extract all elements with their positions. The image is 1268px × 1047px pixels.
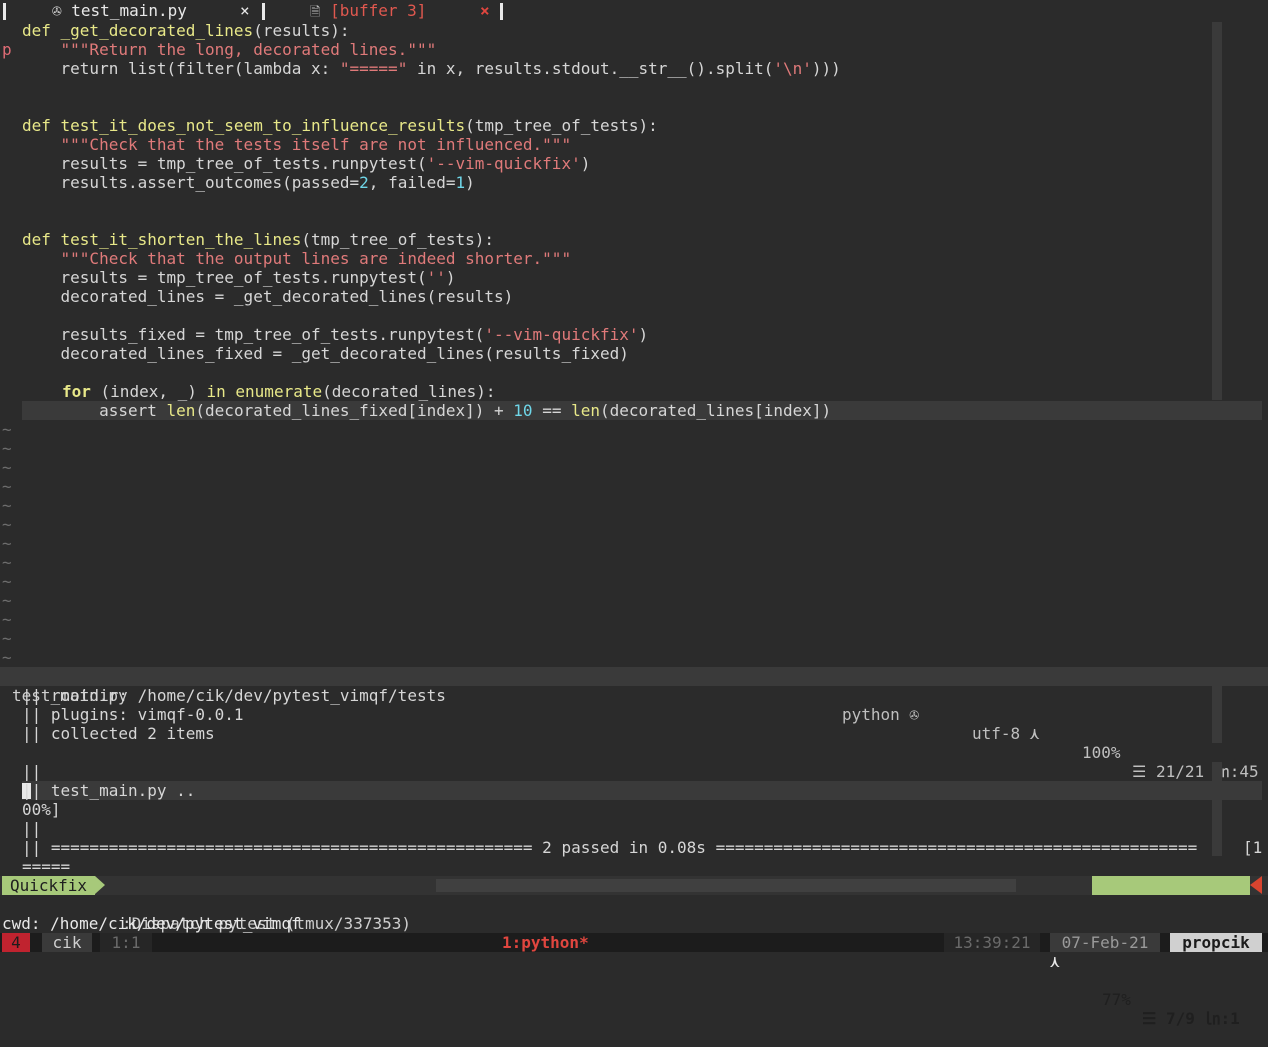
mode-indicator: Quickfix [2,876,106,895]
tmux-window[interactable]: 1:python* [502,933,589,952]
quickfix-line[interactable]: || collected 2 items [0,724,1268,743]
code-line: results = tmp_tree_of_tests.runpytest(''… [22,268,456,287]
command-line[interactable]: cwd: /home/cik/dev/pytest_vimqf [0,895,1268,933]
quickfix-line[interactable]: || [0,819,1268,838]
empty-line-tilde: ~ [2,572,12,591]
code-line: def test_it_shorten_the_lines(tmp_tree_o… [22,230,495,249]
empty-line-tilde: ~ [2,458,12,477]
statusline-filler [436,879,1016,892]
quickfix-line[interactable]: 00%] [0,800,1268,819]
gutter-marker: p [2,40,12,59]
code-line: decorated_lines = _get_decorated_lines(r… [22,287,514,306]
warning-marker [1250,876,1262,894]
tmux-user: cik [42,933,92,952]
tab-separator [3,3,6,20]
empty-line-tilde: ~ [2,420,12,439]
code-line: results.assert_outcomes(passed=2, failed… [22,173,475,192]
code-line: """Check that the tests itself are not i… [22,135,572,154]
tmux-statusbar: 4 cik 1:1 1:python* 13:39:21 07-Feb-21 p… [0,933,1268,952]
tab-label: [buffer 3] [330,1,427,20]
tabline: ✇ test_main.py × 🗎 [buffer 3] × [0,0,1268,22]
document-icon: 🗎 [310,5,321,20]
tmux-host: propcik [1170,933,1262,952]
tmux-time: 13:39:21 [944,933,1040,952]
empty-line-tilde: ~ [2,534,12,553]
empty-line-tilde: ~ [2,496,12,515]
tab-label: test_main.py [71,1,187,20]
code-line: def _get_decorated_lines(results): [22,21,350,40]
quickfix-statusline: Quickfix :Dispatch pytest (tmux/337353) … [0,876,1268,1028]
code-line: for (index, _) in enumerate(decorated_li… [62,382,496,401]
code-line: p """Return the long, decorated lines.""… [2,40,437,59]
code-line: return list(filter(lambda x: "=====" in … [22,59,841,78]
tab-buffer-3[interactable]: 🗎 [buffer 3] [310,0,426,22]
quickfix-line[interactable]: ===== [0,857,1268,876]
quickfix-current-line[interactable]: || test_main.py .. [1 [22,781,1262,857]
quickfix-line[interactable]: || rootdir: /home/cik/dev/pytest_vimqf/t… [0,686,1268,705]
code-line: def test_it_does_not_seem_to_influence_r… [22,116,658,135]
tab-separator [500,3,503,20]
code-line: results_fixed = tmp_tree_of_tests.runpyt… [22,325,649,344]
quickfix-line[interactable]: || plugins: vimqf-0.0.1 [0,705,1268,724]
quickfix-line[interactable] [0,743,1268,762]
position-block [1092,876,1250,895]
quickfix-line[interactable]: || [0,762,1268,781]
code-line: """Check that the output lines are indee… [22,249,572,268]
python-file-icon: ✇ [52,1,62,20]
empty-line-tilde: ~ [2,477,12,496]
quickfix-line[interactable]: || =====================================… [0,838,1268,857]
cursor-line: assert len(decorated_lines_fixed[index])… [22,401,1262,420]
tab-test-main[interactable]: ✇ test_main.py [52,0,187,22]
tab-close-icon[interactable]: × [480,0,490,22]
tab-separator [262,3,265,20]
code-line: decorated_lines_fixed = _get_decorated_l… [22,344,629,363]
quickfix-percent: 77% [1102,990,1131,1009]
caret-icon: ⋏ [1050,952,1060,971]
empty-line-tilde: ~ [2,515,12,534]
empty-line-tilde: ~ [2,439,12,458]
empty-line-tilde: ~ [2,553,12,572]
tmux-date: 07-Feb-21 [1050,933,1160,952]
tmux-pane: 1:1 [100,933,152,952]
empty-line-tilde: ~ [2,610,12,629]
quickfix-position: ☰ 7/9 ㏑:1 [1142,1009,1240,1028]
empty-line-tilde: ~ [2,648,12,667]
empty-line-tilde: ~ [2,591,12,610]
tab-close-icon[interactable]: × [240,0,250,22]
empty-line-tilde: ~ [2,629,12,648]
code-line: results = tmp_tree_of_tests.runpytest('-… [22,154,591,173]
editor-statusline: test_main.py python ✇ utf-8 ⋏ 100% ☰ 21/… [0,667,1268,781]
tmux-session: 4 [2,933,30,952]
